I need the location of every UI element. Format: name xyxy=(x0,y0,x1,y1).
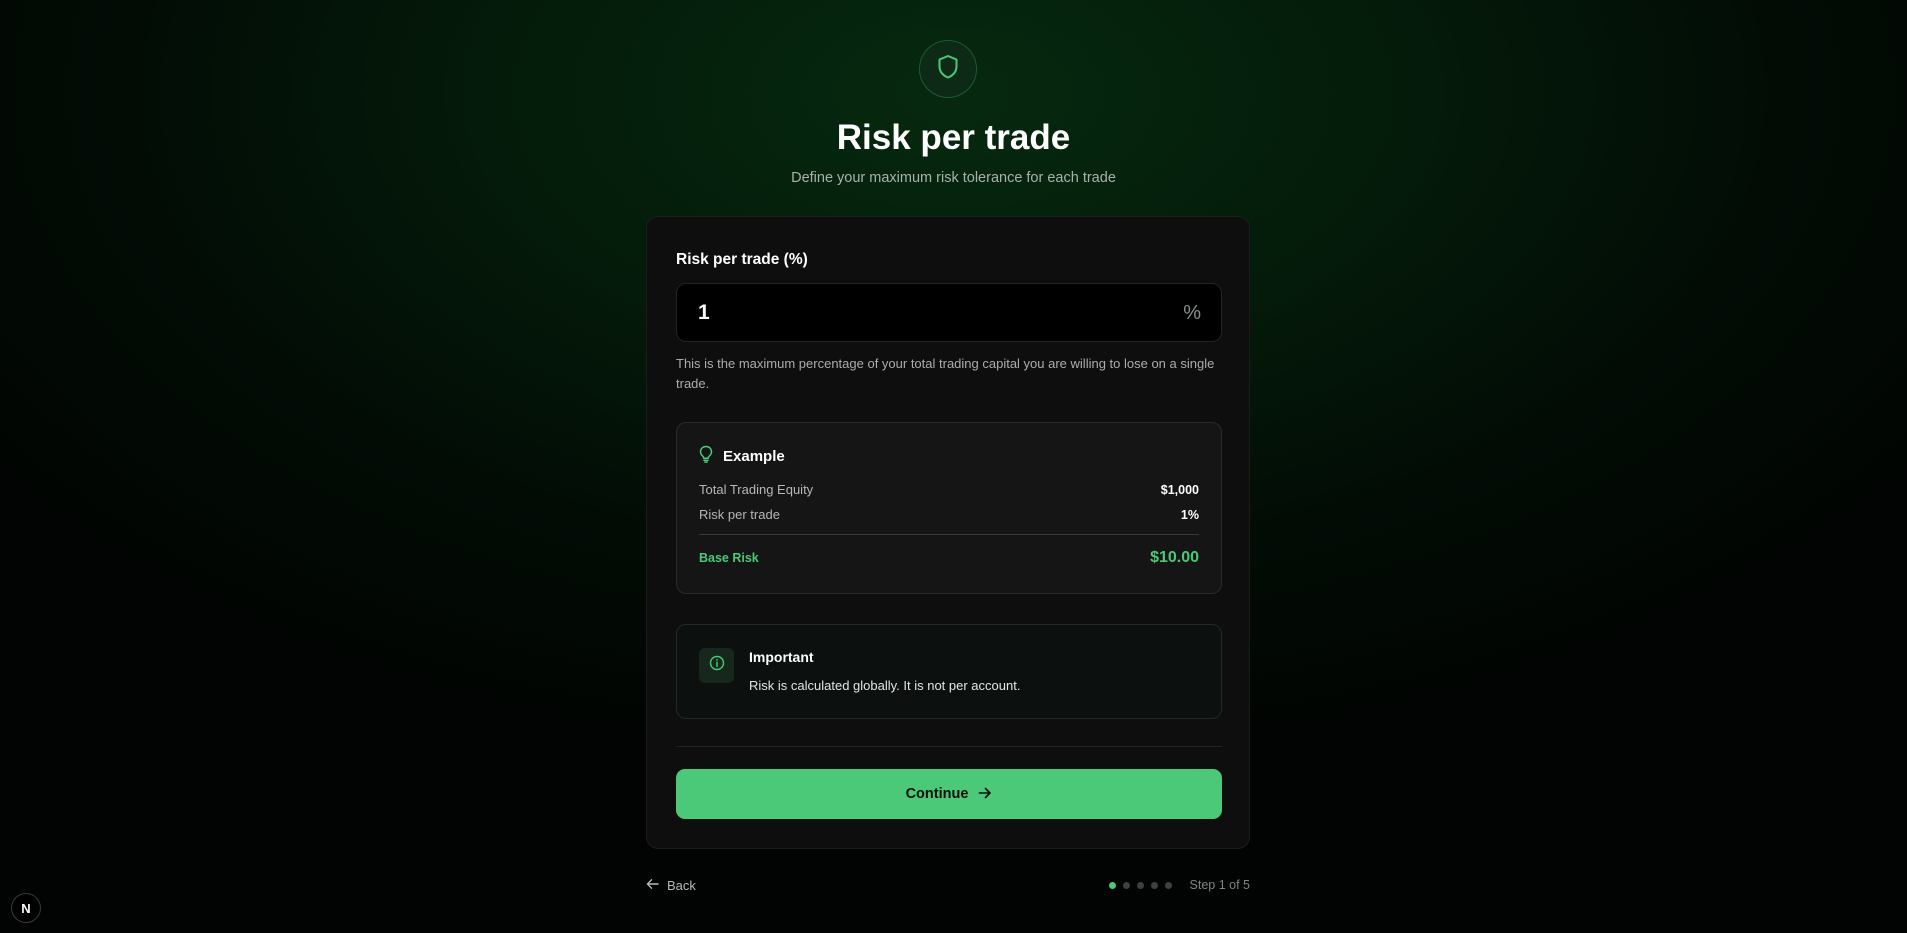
example-row: Risk per trade 1% xyxy=(699,506,1199,524)
step-progress: Step 1 of 5 xyxy=(1108,878,1250,892)
base-risk-row: Base Risk $10.00 xyxy=(699,549,1199,567)
continue-label: Continue xyxy=(905,786,969,802)
step-indicator-text: Step 1 of 5 xyxy=(1189,878,1250,892)
back-label: Back xyxy=(667,878,696,893)
page-title: Risk per trade xyxy=(836,118,1071,157)
base-risk-value: $10.00 xyxy=(1150,549,1199,566)
arrow-left-icon xyxy=(646,878,659,893)
example-row: Total Trading Equity $1,000 xyxy=(699,481,1199,499)
example-row-value: 1% xyxy=(1180,508,1199,522)
lightbulb-icon xyxy=(699,445,713,468)
risk-help-text: This is the maximum percentage of your t… xyxy=(676,356,1215,391)
card-divider xyxy=(676,746,1222,747)
base-risk-label: Base Risk xyxy=(699,551,759,565)
example-row-label: Risk per trade xyxy=(699,507,780,522)
percent-unit: % xyxy=(1183,302,1201,324)
dev-badge-label: N xyxy=(21,900,31,916)
shield-icon xyxy=(936,54,960,85)
step-dot xyxy=(1122,881,1130,889)
example-divider xyxy=(699,534,1199,535)
example-box: Example Total Trading Equity $1,000 Risk… xyxy=(676,422,1222,594)
example-header: Example xyxy=(699,445,785,468)
continue-button[interactable]: Continue xyxy=(676,769,1222,819)
risk-field-label: Risk per trade (%) xyxy=(676,251,808,268)
info-icon xyxy=(709,655,725,676)
example-title: Example xyxy=(723,448,785,465)
important-text: Risk is calculated globally. It is not p… xyxy=(749,678,1021,693)
risk-input[interactable]: 1 % xyxy=(676,283,1222,342)
dev-tools-badge[interactable]: N xyxy=(11,893,41,923)
page-subtitle: Define your maximum risk tolerance for e… xyxy=(791,170,1116,186)
example-row-value: $1,000 xyxy=(1160,483,1199,497)
info-icon-badge xyxy=(699,648,734,683)
risk-input-value[interactable]: 1 xyxy=(698,300,710,326)
important-title: Important xyxy=(749,649,814,665)
arrow-right-icon xyxy=(978,786,992,803)
step-dot-active xyxy=(1108,881,1116,889)
example-row-label: Total Trading Equity xyxy=(699,482,814,497)
step-dot xyxy=(1164,881,1172,889)
step-dot xyxy=(1150,881,1158,889)
shield-icon-badge xyxy=(919,40,977,98)
step-dots xyxy=(1108,881,1172,889)
back-button[interactable]: Back xyxy=(646,878,696,893)
important-notice: Important Risk is calculated globally. I… xyxy=(676,624,1222,719)
step-dot xyxy=(1136,881,1144,889)
risk-settings-card: Risk per trade (%) 1 % This is the maxim… xyxy=(646,216,1250,849)
